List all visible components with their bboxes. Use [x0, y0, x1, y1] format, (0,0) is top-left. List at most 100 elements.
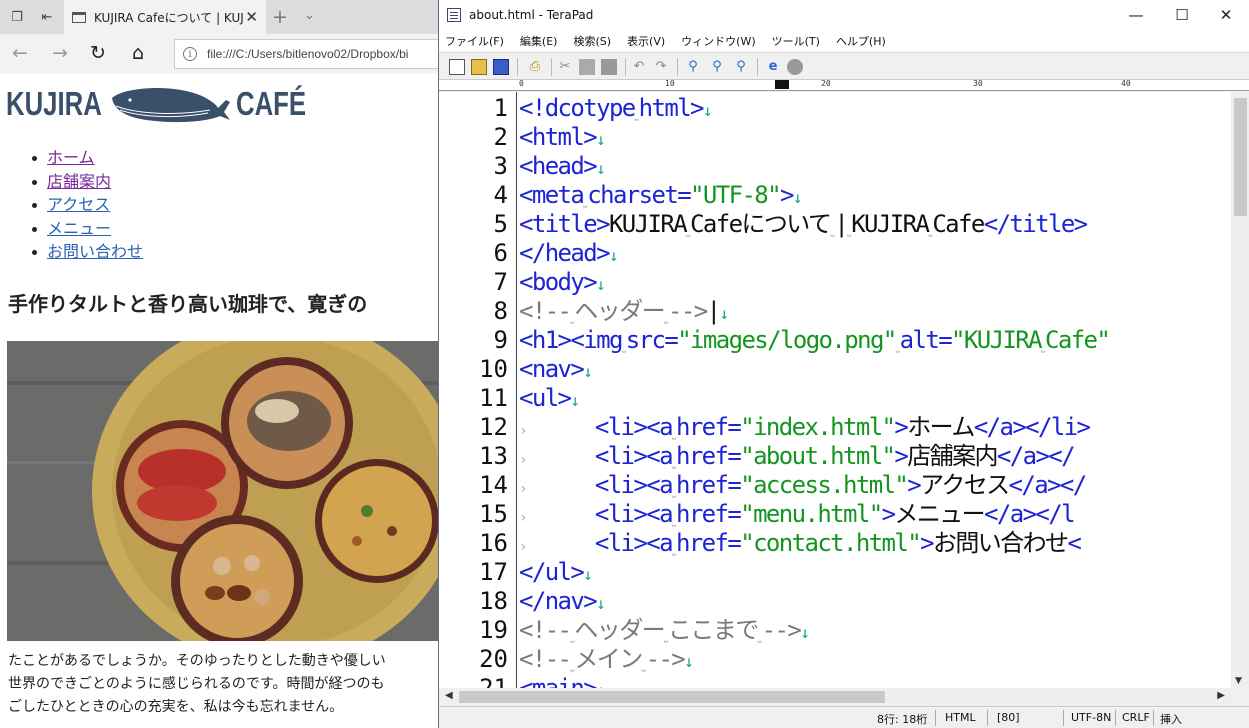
code-token: <main> — [519, 674, 598, 688]
chevron-down-icon[interactable]: ⌄ — [304, 8, 315, 23]
vertical-scroll-thumb[interactable] — [1234, 98, 1247, 216]
nav-link-menu[interactable]: メニュー — [47, 219, 111, 238]
reload-icon[interactable]: ↻ — [86, 42, 110, 64]
line-number: 17 — [479, 558, 508, 586]
print-icon[interactable]: ⎙ — [527, 59, 543, 75]
logo-text-right: CAFÉ — [236, 85, 307, 122]
code-line: <!--⎵メイン⎵-->↓ — [519, 645, 694, 674]
minimize-icon[interactable]: — — [1113, 4, 1159, 26]
tab-list-icon[interactable]: ❐ — [4, 6, 30, 28]
code-token: </a></ — [1008, 471, 1088, 499]
horizontal-scrollbar[interactable]: ◀ ▶ — [439, 688, 1231, 706]
code-token: <li><a — [594, 413, 674, 441]
line-number: 11 — [479, 384, 508, 412]
code-token: KUJIRA — [851, 210, 930, 238]
ruler-label: 40 — [1121, 79, 1131, 88]
line-number: 14 — [479, 471, 508, 499]
newline-marker: ↓ — [583, 362, 593, 381]
forward-icon[interactable]: → — [48, 42, 72, 64]
web-page: KUJIRA CAFÉ ホーム 店舗案内 アクセス メニュー お問い合わせ 手作… — [0, 74, 440, 728]
site-logo[interactable]: KUJIRA CAFÉ — [6, 84, 326, 124]
code-token: ここまで — [668, 616, 759, 644]
ruler-label: 0 — [519, 79, 524, 88]
save-icon[interactable] — [493, 59, 509, 75]
back-icon[interactable]: ← — [8, 42, 32, 64]
search-next-icon[interactable]: ⚲ — [709, 59, 725, 75]
logo-text-left: KUJIRA — [6, 85, 102, 122]
ruler-label: 30 — [973, 79, 983, 88]
browser-tab[interactable]: KUJIRA Cafeについて | KUJIRA Cafe ✕ — [64, 0, 266, 34]
scroll-left-icon[interactable]: ◀ — [445, 690, 453, 701]
menu-edit[interactable]: 編集(E) — [520, 33, 558, 49]
paragraph-line: 世界のできごとのように感じられるのです。時間が経つのも — [8, 676, 385, 692]
tabs-aside-icon[interactable]: ⇤ — [34, 6, 60, 28]
close-icon[interactable]: ✕ — [1203, 4, 1249, 26]
nav-link-contact[interactable]: お問い合わせ — [47, 242, 143, 261]
code-token: <meta — [519, 181, 585, 209]
home-icon[interactable]: ⌂ — [126, 42, 150, 64]
line-number: 5 — [493, 210, 508, 238]
nav-item-access: アクセス — [32, 193, 143, 217]
scroll-right-icon[interactable]: ▶ — [1217, 690, 1225, 701]
whale-icon — [112, 87, 230, 123]
browser-preview-icon[interactable]: e — [765, 59, 781, 75]
redo-icon[interactable]: ↷ — [653, 59, 669, 75]
code-line: <h1><img⎵src="images/logo.png"⎵alt="KUJI… — [519, 326, 1111, 355]
code-token: <h1><img — [519, 326, 623, 354]
line-number: 2 — [493, 123, 508, 151]
cut-icon[interactable]: ✂ — [557, 59, 573, 75]
menu-help[interactable]: ヘルプ(H) — [836, 33, 886, 49]
stop-icon[interactable] — [787, 59, 803, 75]
code-token: href= — [675, 500, 742, 528]
newline-marker: ↓ — [792, 188, 803, 207]
new-file-icon[interactable] — [449, 59, 465, 75]
code-token: <body> — [519, 268, 598, 296]
copy-icon[interactable] — [579, 59, 595, 75]
vertical-scrollbar[interactable]: ▼ — [1231, 92, 1249, 688]
nav-item-menu: メニュー — [32, 217, 143, 241]
code-token: <title> — [519, 210, 611, 238]
cursor-position: 8行: 18桁 — [877, 713, 928, 726]
open-folder-icon[interactable] — [471, 59, 487, 75]
code-token: > — [780, 181, 794, 209]
code-token: お問い合わせ — [932, 529, 1069, 557]
menu-window[interactable]: ウィンドウ(W) — [681, 33, 755, 49]
close-tab-icon[interactable]: ✕ — [245, 8, 258, 26]
scroll-down-icon[interactable]: ▼ — [1235, 676, 1242, 686]
line-number: 6 — [493, 239, 508, 267]
search-icon[interactable]: ⚲ — [685, 59, 701, 75]
browser-window: ❐ ⇤ KUJIRA Cafeについて | KUJIRA Cafe ✕ + ⌄ … — [0, 0, 440, 728]
code-token: <html> — [519, 123, 598, 151]
code-editor[interactable]: 1 2 3 4 5 6 7 8 9 10 11 12 13 14 15 16 17 18 19 20 21 <!dcot… — [439, 92, 1231, 688]
menu-view[interactable]: 表示(V) — [627, 33, 665, 49]
code-token: "contact.html" — [740, 529, 921, 557]
undo-icon[interactable]: ↶ — [631, 59, 647, 75]
menu-file[interactable]: ファイル(F) — [445, 33, 504, 49]
line-number: 7 — [493, 268, 508, 296]
paste-icon[interactable] — [601, 59, 617, 75]
horizontal-scroll-thumb[interactable] — [459, 691, 885, 703]
code-token: <nav> — [519, 355, 585, 383]
info-icon[interactable]: i — [183, 47, 197, 61]
newline-marker: ↓ — [583, 565, 593, 584]
address-bar: ← → ↻ ⌂ i file:///C:/Users/bitlenovo02/D… — [0, 34, 440, 74]
code-line: › <li><a⎵href="menu.html">メニュー</a></l — [519, 500, 1076, 529]
code-token: ヘッダー — [574, 297, 665, 325]
code-token: ヘッダー — [574, 616, 665, 644]
replace-icon[interactable]: ⚲ — [733, 59, 749, 75]
ruler-label: 10 — [665, 79, 675, 88]
menu-search[interactable]: 検索(S) — [573, 33, 611, 49]
nav-link-about[interactable]: 店舗案内 — [47, 172, 111, 191]
code-line: <html>↓ — [519, 123, 606, 152]
nav-link-access[interactable]: アクセス — [47, 195, 110, 214]
code-token: メイン — [574, 645, 643, 673]
code-line: <head>↓ — [519, 152, 606, 181]
url-field[interactable]: i file:///C:/Users/bitlenovo02/Dropbox/b… — [174, 39, 440, 69]
new-tab-icon[interactable]: + — [272, 6, 288, 28]
code-token: <!-- — [519, 616, 572, 644]
maximize-icon[interactable]: ☐ — [1159, 4, 1205, 26]
menu-tools[interactable]: ツール(T) — [772, 33, 820, 49]
code-token: > — [894, 442, 908, 470]
site-nav: ホーム 店舗案内 アクセス メニュー お問い合わせ — [32, 146, 143, 264]
nav-link-home[interactable]: ホーム — [47, 148, 95, 167]
